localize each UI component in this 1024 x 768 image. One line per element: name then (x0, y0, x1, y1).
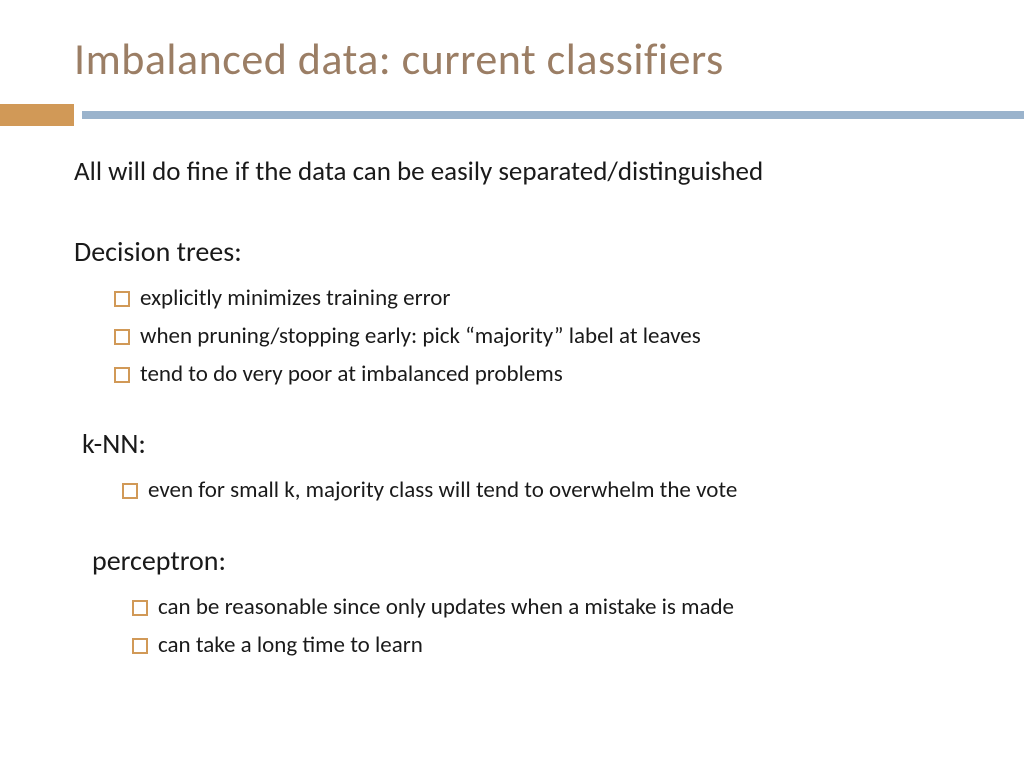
section-decision-trees: Decision trees: explicitly minimizes tra… (74, 234, 984, 392)
divider-accent (0, 104, 74, 126)
bullet-list: can be reasonable since only updates whe… (92, 590, 984, 663)
list-item: explicitly minimizes training error (114, 281, 984, 317)
section-heading: k-NN: (82, 426, 984, 461)
list-item: tend to do very poor at imbalanced probl… (114, 357, 984, 393)
divider (0, 104, 1024, 126)
bullet-list: even for small k, majority class will te… (82, 473, 984, 509)
bullet-list: explicitly minimizes training error when… (74, 281, 984, 392)
list-item: even for small k, majority class will te… (122, 473, 984, 509)
intro-text: All will do fine if the data can be easi… (74, 154, 984, 190)
divider-bar (82, 111, 1024, 119)
section-heading: Decision trees: (74, 234, 984, 269)
section-heading: perceptron: (92, 543, 984, 578)
section-knn: k-NN: even for small k, majority class w… (74, 426, 984, 509)
section-perceptron: perceptron: can be reasonable since only… (74, 543, 984, 663)
slide-content: All will do fine if the data can be easi… (0, 126, 1024, 663)
list-item: can take a long time to learn (132, 628, 984, 664)
list-item: can be reasonable since only updates whe… (132, 590, 984, 626)
list-item: when pruning/stopping early: pick “major… (114, 319, 984, 355)
slide-title: Imbalanced data: current classifiers (0, 0, 1024, 86)
